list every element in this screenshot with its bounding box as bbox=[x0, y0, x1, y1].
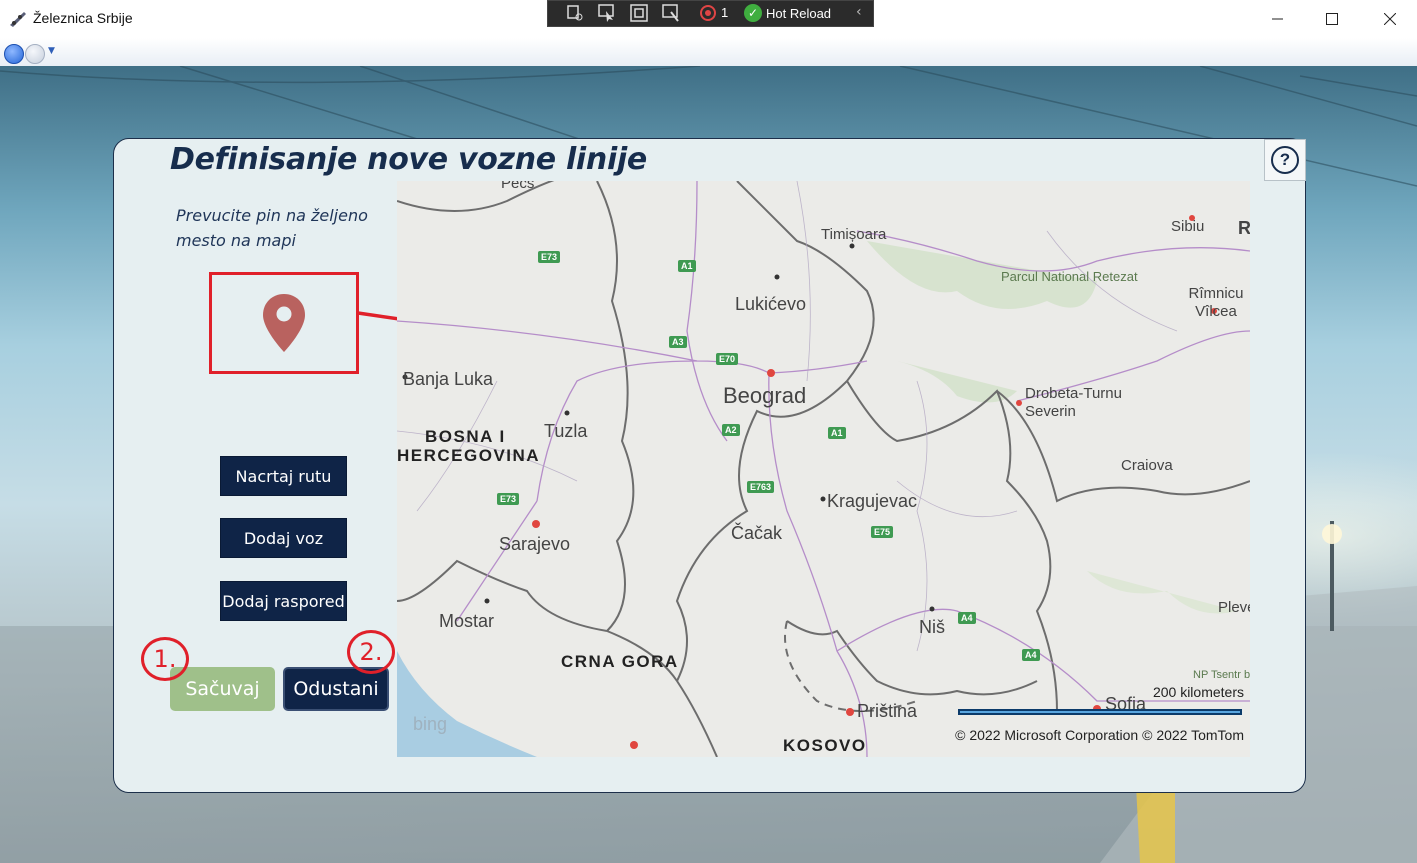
map-label-craiova: Craiova bbox=[1121, 457, 1173, 474]
map-label-balkan: NP Tsentr balkan bbox=[1193, 669, 1250, 681]
map-label-crna-gora: CRNA GORA bbox=[561, 652, 679, 671]
map-label-r: R bbox=[1238, 218, 1250, 238]
map-label-kragujevac: Kragujevac bbox=[827, 491, 918, 511]
maximize-button[interactable] bbox=[1309, 0, 1355, 38]
binding-failure-count: 1 bbox=[721, 5, 729, 20]
train-app-icon bbox=[10, 12, 26, 27]
map-label-tuzla: Tuzla bbox=[544, 421, 588, 441]
map-label-kosovo: KOSOVO bbox=[783, 736, 867, 755]
map-scale-bar bbox=[958, 709, 1242, 715]
map-label-drobeta: Drobeta-Turnu Severin bbox=[1025, 385, 1122, 420]
road-shield-a3: A3 bbox=[669, 336, 687, 348]
map-label-rimnicu: Rîmnicu Vîlcea bbox=[1188, 285, 1244, 320]
map-label-bih-1: BOSNA I bbox=[425, 427, 506, 446]
check-icon: ✓ bbox=[744, 4, 762, 22]
add-train-button[interactable]: Dodaj voz bbox=[221, 519, 346, 557]
road-shield-a2: A2 bbox=[722, 424, 740, 436]
map-view[interactable]: Pecs Timișoara Sibiu R Lukićevo Parcul N… bbox=[397, 181, 1250, 757]
road-shield-a1-south: A1 bbox=[828, 427, 846, 439]
maximize-icon bbox=[1326, 13, 1338, 25]
window-title: Železnica Srbije bbox=[33, 10, 133, 26]
map-label-sarajevo: Sarajevo bbox=[499, 534, 571, 554]
navigation-bar bbox=[0, 38, 1417, 66]
help-icon: ? bbox=[1271, 146, 1299, 174]
select-element-icon[interactable] bbox=[598, 4, 616, 22]
instruction-text: Prevucite pin na željeno mesto na mapi bbox=[176, 206, 368, 250]
hot-reload-button[interactable]: ✓ Hot Reload bbox=[744, 4, 831, 22]
road-shield-e73: E73 bbox=[538, 251, 561, 263]
hot-reload-label: Hot Reload bbox=[766, 5, 832, 21]
map-label-nis: Niš bbox=[919, 617, 945, 637]
help-button[interactable]: ? bbox=[1264, 139, 1306, 181]
map-label-pristina: Priština bbox=[857, 701, 918, 721]
map-label-timisoara: Timișoara bbox=[821, 226, 887, 243]
annotation-badge-2: 2. bbox=[347, 630, 395, 674]
collapse-toolbar-icon[interactable]: ‹ bbox=[856, 4, 862, 20]
road-shield-a1: A1 bbox=[678, 260, 696, 272]
map-label-pecs: Pecs bbox=[501, 181, 535, 192]
road-shield-e763: E763 bbox=[747, 481, 775, 493]
map-label-sibiu: Sibiu bbox=[1171, 218, 1205, 235]
binding-failures-icon[interactable] bbox=[699, 4, 717, 22]
page-title: Definisanje nove vozne linije bbox=[170, 142, 647, 177]
map-label-lukicevo: Lukićevo bbox=[735, 294, 807, 314]
annotation-badge-1: 1. bbox=[141, 637, 189, 681]
minimize-button[interactable] bbox=[1255, 0, 1301, 38]
map-label-bih-2: HERCEGOVINA bbox=[397, 446, 541, 465]
map-label-cacak: Čačak bbox=[731, 523, 783, 543]
close-button[interactable] bbox=[1367, 0, 1413, 38]
minimize-icon bbox=[1272, 18, 1283, 20]
map-label-mostar: Mostar bbox=[439, 611, 495, 631]
display-layout-icon[interactable] bbox=[630, 4, 648, 22]
map-scale-label: 200 kilometers bbox=[1152, 684, 1244, 700]
map-label-banja-luka: Banja Luka bbox=[403, 369, 494, 389]
live-visual-tree-icon[interactable] bbox=[566, 4, 584, 22]
road-shield-a4-east: A4 bbox=[1022, 649, 1040, 661]
pin-source-box[interactable] bbox=[209, 272, 359, 374]
back-button[interactable] bbox=[4, 44, 24, 64]
map-label-beograd: Beograd bbox=[723, 383, 807, 408]
map-copyright: © 2022 Microsoft Corporation © 2022 TomT… bbox=[955, 727, 1244, 743]
history-dropdown-icon[interactable]: ▼ bbox=[48, 46, 55, 56]
map-label-pleven: Pleve bbox=[1218, 599, 1250, 616]
map-label-parcul: Parcul National Retezat bbox=[1001, 269, 1138, 284]
add-schedule-button[interactable]: Dodaj raspored bbox=[221, 582, 346, 620]
forward-button[interactable] bbox=[25, 44, 45, 64]
road-shield-e70: E70 bbox=[716, 353, 739, 365]
road-shield-a4: A4 bbox=[958, 612, 976, 624]
draw-route-button[interactable]: Nacrtaj rutu bbox=[221, 457, 346, 495]
map-pin-icon[interactable] bbox=[261, 292, 307, 354]
road-shield-e75: E75 bbox=[871, 526, 894, 538]
road-shield-e73-south: E73 bbox=[497, 493, 520, 505]
close-icon bbox=[1384, 13, 1396, 25]
bing-logo: bing bbox=[413, 714, 448, 734]
save-button[interactable]: Sačuvaj bbox=[170, 667, 275, 711]
track-focus-icon[interactable] bbox=[662, 4, 680, 22]
